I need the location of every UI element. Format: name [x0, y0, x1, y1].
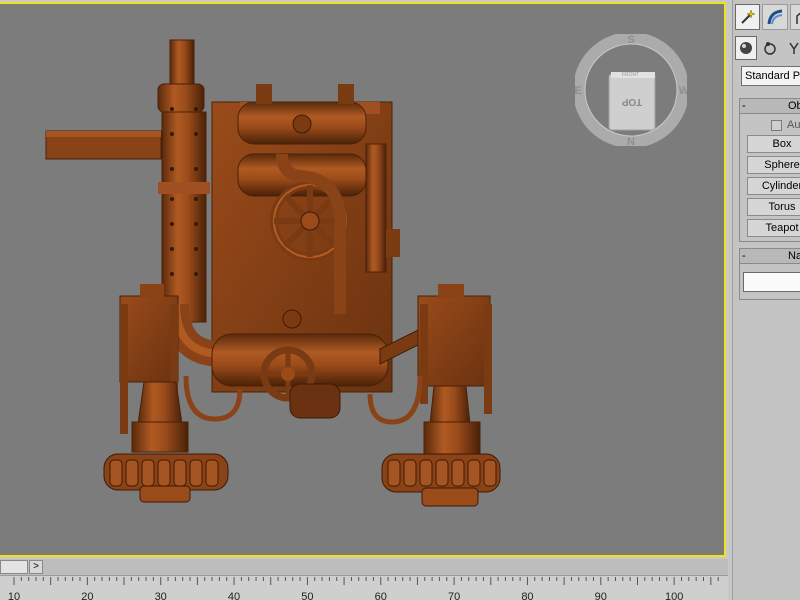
track-bar[interactable]: 10 20 30 40 50 60 70 80 90 100	[0, 575, 728, 600]
autogrid-label: AutoGrid	[787, 119, 800, 131]
create-category-tabs	[735, 36, 800, 64]
time-slider[interactable]: >	[0, 559, 728, 575]
lights-tab[interactable]	[783, 36, 800, 60]
viewcube[interactable]: S N E W FRONT TOP	[575, 34, 687, 146]
ruler-label: 70	[448, 591, 460, 600]
modify-tab[interactable]	[762, 4, 788, 30]
autogrid-checkbox-row[interactable]: AutoGrid	[771, 118, 800, 132]
box-button[interactable]: Box	[747, 135, 800, 153]
hierarchy-icon	[796, 12, 800, 24]
ruler-label: 50	[301, 591, 313, 600]
ruler-label: 30	[155, 591, 167, 600]
object-name-input[interactable]	[743, 272, 800, 292]
viewcube-top-label[interactable]: TOP	[621, 96, 642, 107]
teapot-button[interactable]: Teapot	[747, 219, 800, 237]
ruler-label: 40	[228, 591, 240, 600]
modify-icon	[767, 9, 783, 25]
object-type-title: Object Type	[788, 100, 800, 112]
max-window: S N E W FRONT TOP Standard P - O Au Box …	[0, 0, 800, 600]
torus-button[interactable]: Torus	[747, 198, 800, 216]
compass-west-label[interactable]: W	[679, 85, 687, 97]
ruler-label: 100	[665, 591, 683, 600]
frame-ruler[interactable]: 10 20 30 40 50 60 70 80 90 100	[0, 576, 728, 600]
sphere-button[interactable]: Sphere	[747, 156, 800, 174]
time-slider-thumb[interactable]	[0, 560, 28, 574]
ruler-label: 10	[8, 591, 20, 600]
collapse-icon: -	[742, 250, 746, 262]
name-color-title: Name and Color	[788, 250, 800, 262]
command-panel: Standard Primitives - Object Type AutoGr…	[732, 0, 800, 600]
geometry-icon	[740, 42, 752, 54]
create-tab[interactable]	[735, 4, 761, 30]
hierarchy-tab[interactable]	[789, 4, 800, 30]
next-frame-button[interactable]: >	[29, 560, 43, 574]
cylinder-button[interactable]: Cylinder	[747, 177, 800, 195]
object-type-rollout-header[interactable]: - Object Type	[739, 98, 800, 114]
ruler-label: 20	[81, 591, 93, 600]
shapes-icon	[764, 42, 776, 55]
ruler-label: 80	[521, 591, 533, 600]
active-viewport-border[interactable]: S N E W FRONT TOP	[0, 2, 726, 557]
command-panel-tabs	[735, 4, 800, 32]
compass-east-label[interactable]: E	[575, 85, 582, 97]
geometry-tab[interactable]	[735, 36, 757, 60]
perspective-viewport[interactable]: S N E W FRONT TOP	[0, 0, 728, 558]
compass-north-label[interactable]: N	[627, 136, 635, 146]
lights-icon	[789, 42, 799, 54]
collapse-icon: -	[742, 100, 746, 112]
ruler-label: 60	[375, 591, 387, 600]
ruler-label: 90	[595, 591, 607, 600]
category-dropdown[interactable]: Standard Primitives	[741, 66, 800, 86]
compass-south-label[interactable]: S	[627, 34, 634, 46]
create-icon	[740, 9, 756, 24]
viewcube-front-label: FRONT	[622, 72, 639, 78]
shapes-tab[interactable]	[759, 36, 781, 60]
autogrid-checkbox[interactable]	[771, 119, 782, 131]
name-color-rollout-header[interactable]: - Name and Color	[739, 248, 800, 264]
